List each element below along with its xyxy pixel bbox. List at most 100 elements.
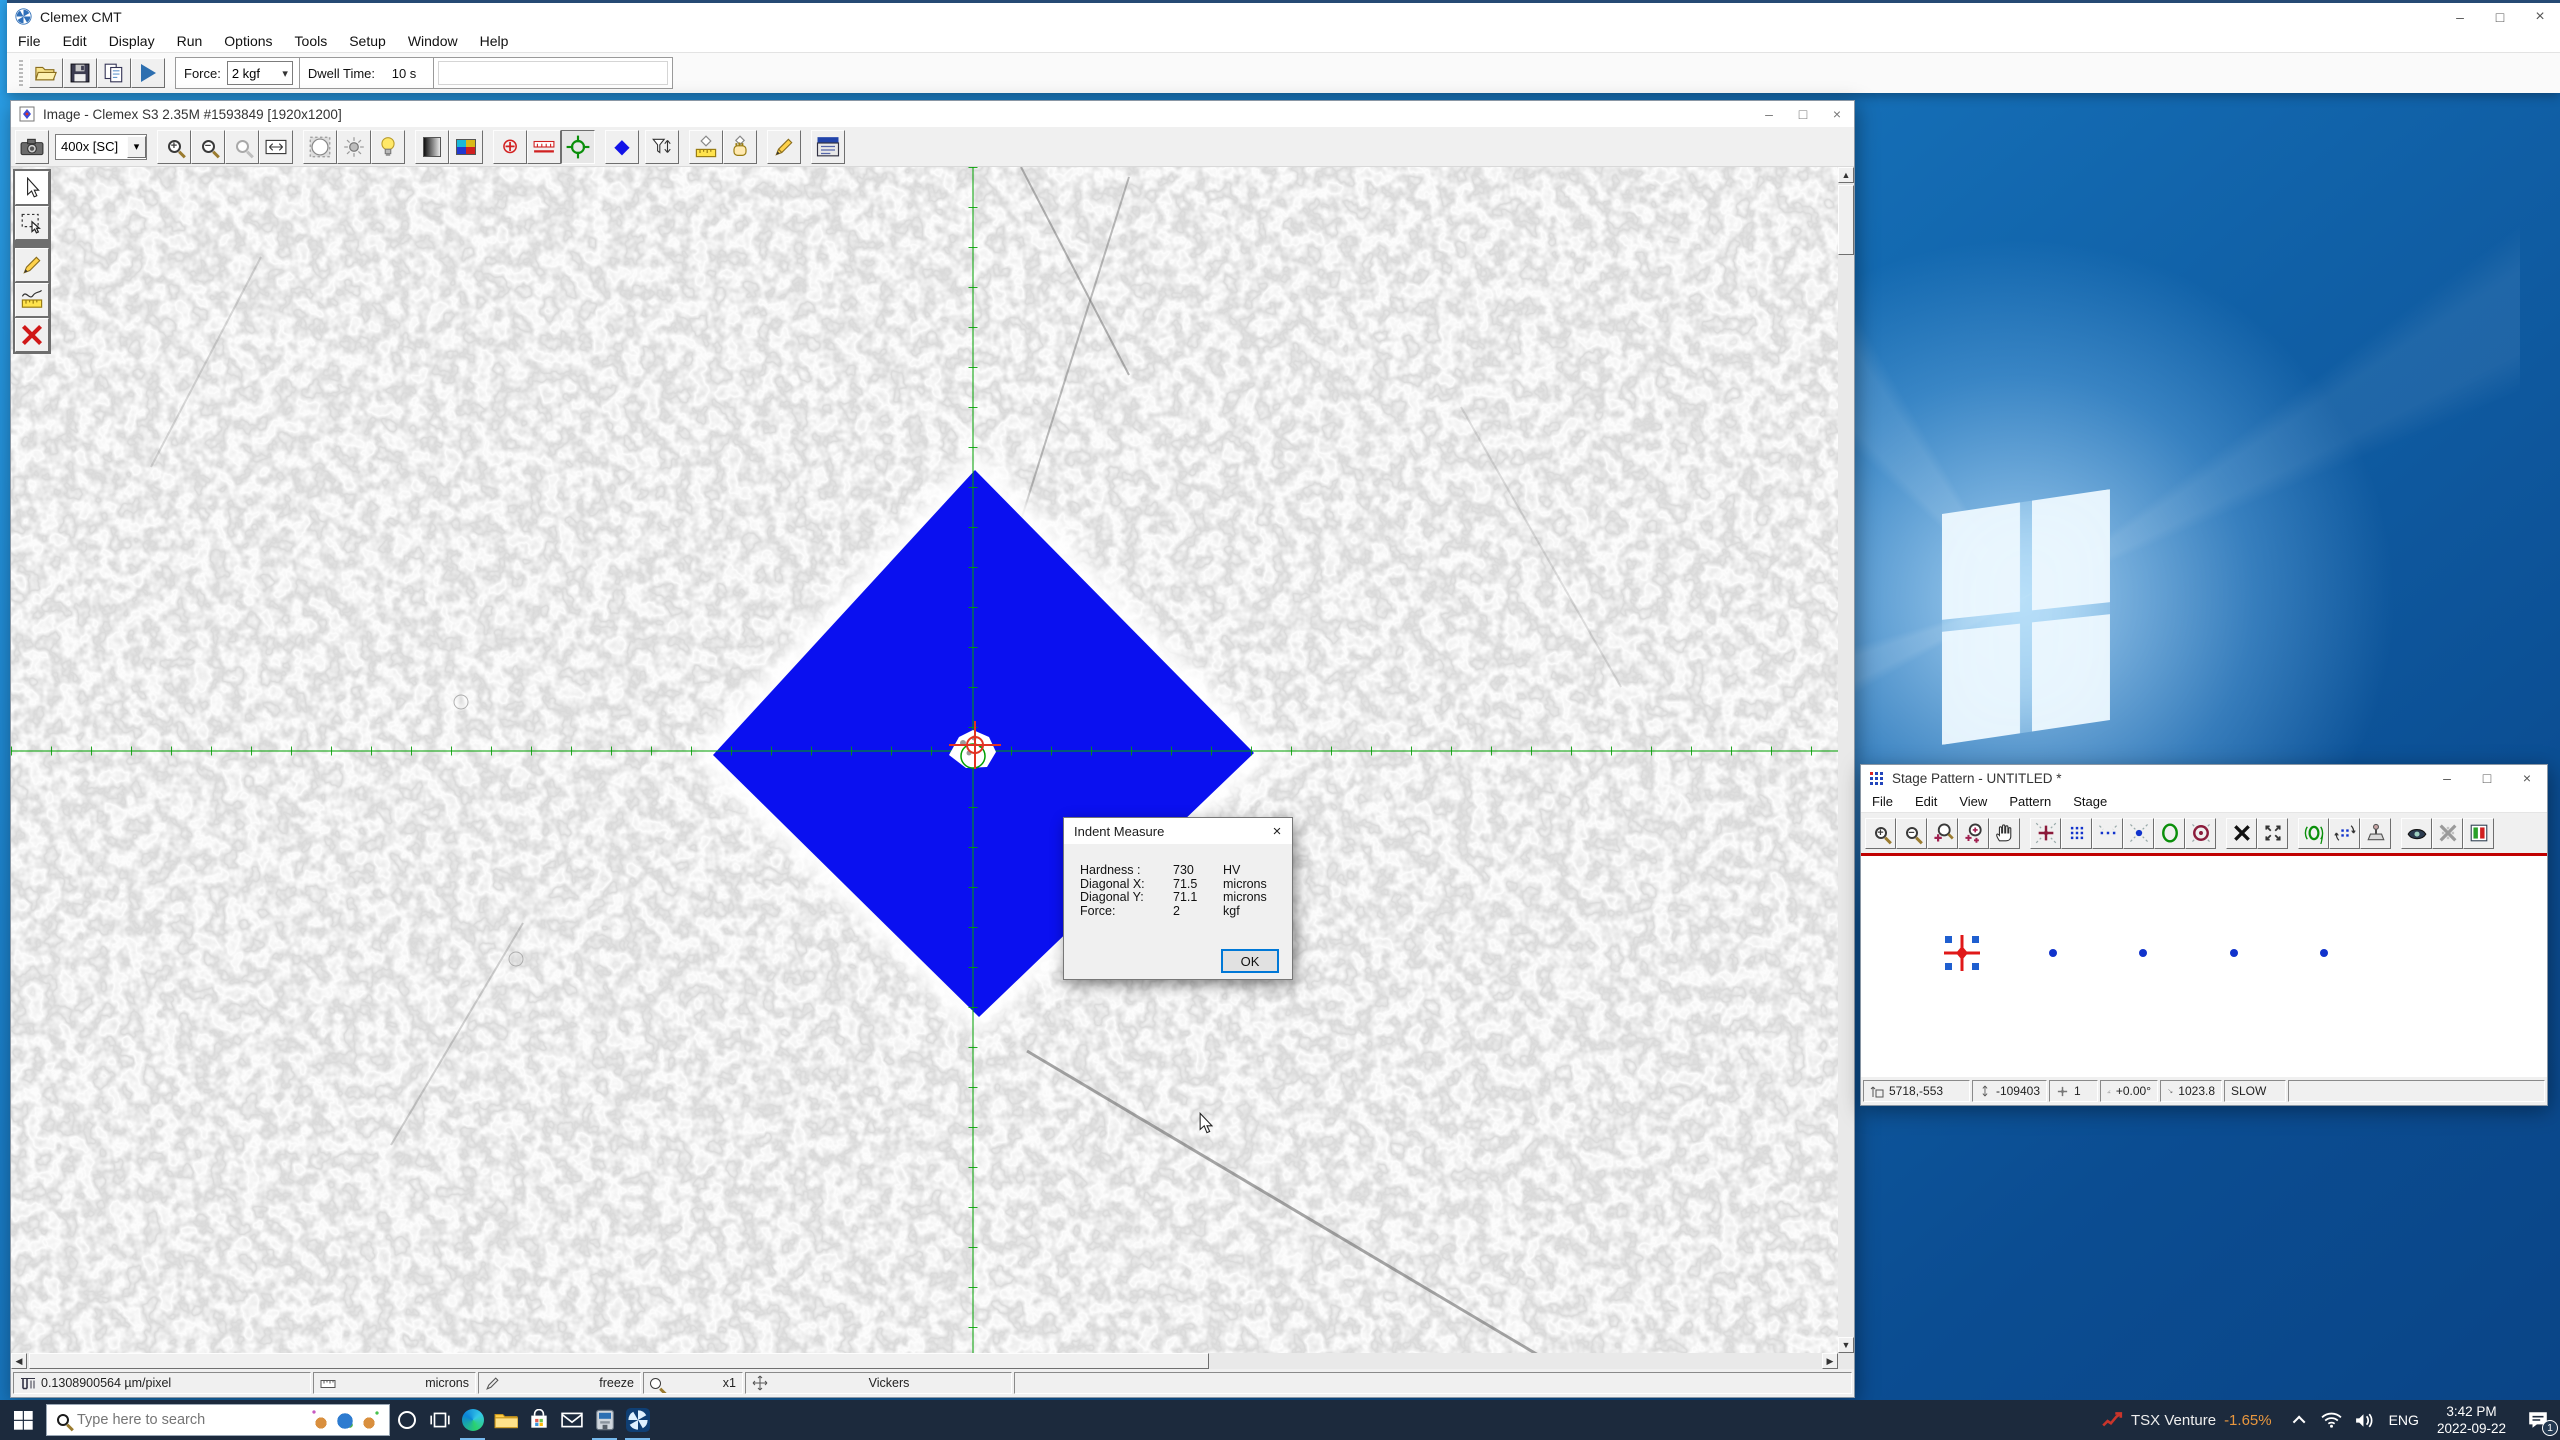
stage-canvas[interactable] [1861,856,2547,1077]
magnification-dropdown-button[interactable]: ▾ [127,136,146,158]
taskbar-item-store[interactable] [522,1400,555,1440]
move-indent-button[interactable] [723,130,757,164]
scroll-right-button[interactable]: ▶ [1822,1353,1838,1369]
grid-pattern-button[interactable] [2061,818,2092,849]
h-scroll-thumb[interactable] [29,1353,1209,1369]
stage-zoom-out-button[interactable]: − [1896,818,1927,849]
ok-button[interactable]: OK [1222,950,1278,972]
v-scroll-thumb[interactable] [1838,185,1854,255]
single-point-button[interactable] [2123,818,2154,849]
search-input[interactable] [77,1412,267,1428]
scroll-up-button[interactable]: ▲ [1838,167,1854,183]
taskbar-item-file-explorer[interactable] [489,1400,522,1440]
taskbar-item-cortana[interactable] [390,1400,423,1440]
save-button[interactable] [63,58,97,88]
tray-network[interactable] [2321,1412,2342,1428]
main-titlebar[interactable]: Clemex CMT – □ × [7,3,2560,30]
open-button[interactable] [29,58,63,88]
indent-diamond-button[interactable]: ◆ [605,130,639,164]
magnification-select[interactable]: 400x [SC] ▾ [55,134,147,160]
taskbar-item-mail[interactable] [555,1400,588,1440]
stage-target-button[interactable] [561,130,595,164]
force-select[interactable]: 2 kgf ▾ [227,61,293,85]
ellipse-pattern-button[interactable] [2154,818,2185,849]
stage-menu-file[interactable]: File [1861,794,1904,809]
selected-point-marker[interactable] [1939,930,1985,976]
scroll-left-button[interactable]: ◀ [11,1353,27,1369]
specimen-image[interactable] [11,167,1838,1353]
image-client[interactable] [11,167,1838,1353]
measure-ruler-button[interactable] [527,130,561,164]
line-pattern-button[interactable] [2092,818,2123,849]
tray-chevron[interactable] [2296,1416,2305,1425]
gray-levels-button[interactable] [415,130,449,164]
minimize-button[interactable]: – [2440,3,2480,30]
search-highlights-decor[interactable] [311,1409,383,1433]
measure-curve-button[interactable] [15,283,49,317]
stage-titlebar[interactable]: Stage Pattern - UNTITLED * – □ × [1861,765,2547,791]
image-close-button[interactable]: × [1820,101,1854,127]
scroll-down-button[interactable]: ▼ [1838,1337,1854,1353]
menu-options[interactable]: Options [213,33,283,49]
pattern-point[interactable] [2320,949,2328,957]
image-minimize-button[interactable]: – [1752,101,1786,127]
stage-zoom-in-button[interactable]: + [1865,818,1896,849]
stage-zoom-selection-button[interactable] [1927,818,1958,849]
menu-edit[interactable]: Edit [52,33,98,49]
menu-help[interactable]: Help [469,33,520,49]
close-button[interactable]: × [2520,3,2560,30]
stage-maximize-button[interactable]: □ [2467,765,2507,791]
h-scrollbar[interactable]: ◀ ▶ [11,1353,1838,1369]
camera-button[interactable] [15,130,49,164]
menu-display[interactable]: Display [98,33,166,49]
add-indent-button[interactable]: ⊕ [493,130,527,164]
taskbar-item-task-view[interactable] [423,1400,456,1440]
stage-menu-pattern[interactable]: Pattern [1998,794,2062,809]
pointer-tool-button[interactable] [15,171,49,205]
tray-notifications[interactable]: 1 [2516,1400,2560,1440]
draw-tool-button[interactable] [15,248,49,282]
tray-volume[interactable] [2354,1412,2375,1429]
start-button[interactable] [0,1400,46,1440]
rotate-pattern-button[interactable] [2329,818,2360,849]
fit-view-button[interactable] [2257,818,2288,849]
image-maximize-button[interactable]: □ [1786,101,1820,127]
origin-point-button[interactable] [2030,818,2061,849]
target-point-button[interactable] [2185,818,2216,849]
stage-zoom-points-button[interactable] [1958,818,1989,849]
dwell-value[interactable]: 10 s [375,66,433,81]
pattern-point[interactable] [2049,949,2057,957]
delete-point-button[interactable] [2226,818,2257,849]
taskbar-item-edge[interactable] [456,1400,489,1440]
search-box[interactable] [46,1404,390,1436]
stage-close-button[interactable]: × [2507,765,2547,791]
pattern-point[interactable] [2230,949,2238,957]
ellipse-tool-button[interactable] [2298,818,2329,849]
menu-tools[interactable]: Tools [284,33,339,49]
tray-clock[interactable]: 3:42 PM 2022-09-22 [2437,1403,2506,1437]
comment-field[interactable] [438,61,668,85]
dialog-titlebar[interactable]: Indent Measure × [1064,818,1292,844]
menu-run[interactable]: Run [166,33,214,49]
taskbar-item-clemex[interactable] [621,1400,654,1440]
tray-stock-ticker[interactable]: TSX Venture -1.65% [2101,1411,2272,1429]
maximize-button[interactable]: □ [2480,3,2520,30]
illumination-button[interactable] [371,130,405,164]
mask-button[interactable] [303,130,337,164]
copy-button[interactable] [97,58,131,88]
stage-minimize-button[interactable]: – [2427,765,2467,791]
stage-menu-stage[interactable]: Stage [2062,794,2118,809]
joystick-button[interactable] [2360,818,2391,849]
fit-width-button[interactable] [259,130,293,164]
v-scrollbar[interactable]: ▲ ▼ [1838,167,1854,1353]
run-button[interactable] [131,58,165,88]
delete-tool-button[interactable] [15,318,49,352]
menu-file[interactable]: File [7,33,52,49]
measure-indent-button[interactable] [689,130,723,164]
sort-measures-button[interactable] [645,130,679,164]
stage-menu-view[interactable]: View [1948,794,1998,809]
zoom-reset-button[interactable] [225,130,259,164]
zoom-in-button[interactable]: + [157,130,191,164]
toolbar-grip[interactable] [19,60,23,86]
taskbar-item-hardness-tester[interactable] [588,1400,621,1440]
